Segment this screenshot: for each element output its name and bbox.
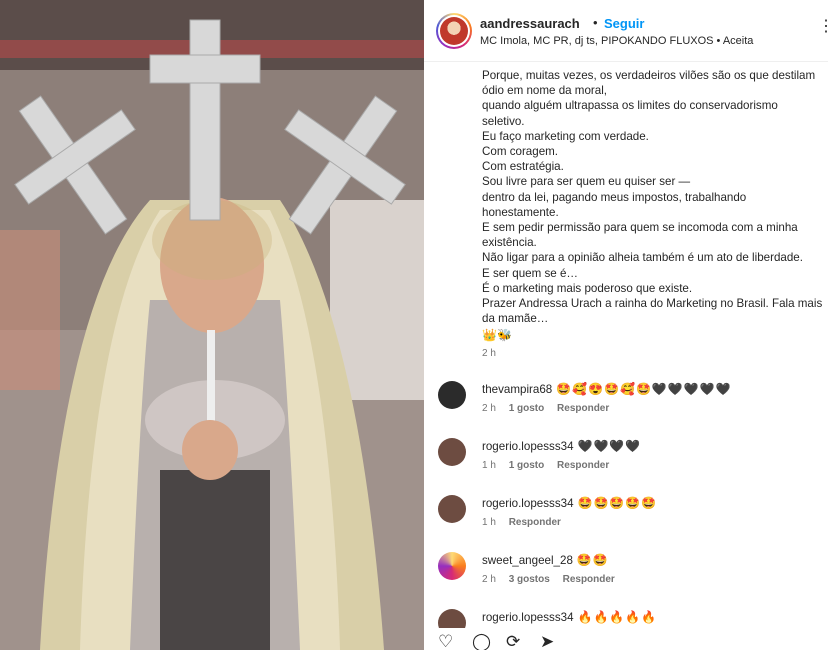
post-media[interactable] [0, 0, 424, 650]
author-username[interactable]: aandressaurach [480, 16, 580, 31]
caption-line: ódio em nome da moral, [482, 84, 608, 98]
comment-likes[interactable]: 3 gostos [509, 574, 550, 585]
reply-button[interactable]: Responder [557, 460, 609, 471]
caption-line: Porque, muitas vezes, os verdadeiros vil… [482, 69, 816, 82]
reply-button[interactable]: Responder [557, 403, 609, 414]
caption-line: Com estratégia. [482, 160, 564, 174]
commenter-username[interactable]: rogerio.lopesss34 [482, 440, 574, 453]
comment-likes[interactable]: 1 gosto [509, 403, 545, 414]
comment-item: sweet_angeel_28 🤩🤩 2 h 3 gostos Responder [424, 552, 828, 608]
commenter-username[interactable]: sweet_angeel_28 [482, 554, 573, 567]
commenter-username[interactable]: rogerio.lopesss34 [482, 497, 574, 510]
caption-line: Eu faço marketing com verdade. [482, 129, 649, 143]
caption-line: Não ligar para a opinião alheia também é… [482, 251, 803, 265]
commenter-username[interactable]: rogerio.lopesss34 [482, 611, 574, 624]
caption-line: E ser quem se é… [482, 266, 579, 280]
caption-emojis: 👑🐝 [482, 328, 512, 343]
caption-line: seletivo. [482, 114, 525, 128]
post-caption: Porque, muitas vezes, os verdadeiros vil… [482, 68, 828, 344]
caption-line: Sou livre para ser quem eu quiser ser — [482, 175, 691, 189]
caption-timestamp[interactable]: 2 h [482, 348, 496, 359]
audio-credit[interactable]: MC Imola, MC PR, dj ts, PIPOKANDO FLUXOS… [480, 35, 753, 47]
reply-button[interactable]: Responder [509, 517, 561, 528]
commenter-avatar[interactable] [438, 552, 466, 580]
separator-dot: • [593, 15, 598, 30]
caption-line: É o marketing mais poderoso que existe. [482, 281, 693, 295]
comment-time[interactable]: 1 h [482, 460, 496, 471]
commenter-avatar[interactable] [438, 381, 466, 409]
caption-line: Com coragem. [482, 145, 559, 159]
more-options-icon[interactable]: ⋮ [818, 16, 828, 36]
comment-text: 🤩🤩 [576, 553, 609, 567]
follow-button[interactable]: Seguir [604, 16, 644, 31]
post-header: aandressaurach • Seguir MC Imola, MC PR,… [424, 0, 828, 62]
caption-line: quando alguém ultrapassa os limites do c… [482, 99, 778, 113]
commenter-username[interactable]: thevampira68 [482, 383, 552, 396]
caption-line: existência. [482, 236, 537, 250]
commenter-avatar[interactable] [438, 438, 466, 466]
post-side-panel: aandressaurach • Seguir MC Imola, MC PR,… [424, 0, 828, 650]
comment-item: thevampira68 🤩🥰😍🤩🥰🤩🖤🖤🖤🖤🖤 2 h 1 gosto Resp… [424, 381, 828, 437]
reply-button[interactable]: Responder [563, 574, 615, 585]
share-icon[interactable]: ⟳ [506, 632, 526, 650]
commenter-avatar[interactable] [438, 495, 466, 523]
comment-text: 🔥🔥🔥🔥🔥 [577, 610, 658, 624]
send-icon[interactable]: ➤ [540, 632, 560, 650]
comment-text: 🖤🖤🖤🖤 [577, 439, 642, 453]
comment-icon[interactable]: ◯ [472, 632, 492, 650]
caption-line: dentro da lei, pagando meus impostos, tr… [482, 190, 747, 204]
comment-item: rogerio.lopesss34 🖤🖤🖤🖤 1 h 1 gosto Respon… [424, 438, 828, 494]
comment-time[interactable]: 2 h [482, 403, 496, 414]
caption-line: honestamente. [482, 205, 559, 219]
caption-line: E sem pedir permissão para quem se incom… [482, 221, 798, 235]
comment-time[interactable]: 1 h [482, 517, 496, 528]
comment-item: rogerio.lopesss34 🤩🤩🤩🤩🤩 1 h Responder [424, 495, 828, 551]
comment-likes[interactable]: 1 gosto [509, 460, 545, 471]
comment-time[interactable]: 2 h [482, 574, 496, 585]
post-photo [0, 0, 424, 650]
caption-line: Prazer Andressa Urach a rainha do Market… [482, 297, 823, 311]
comment-text: 🤩🥰😍🤩🥰🤩🖤🖤🖤🖤🖤 [556, 382, 732, 396]
comment-text: 🤩🤩🤩🤩🤩 [577, 496, 658, 510]
caption-line: da mamãe… [482, 312, 549, 326]
post-action-bar: ♡ ◯ ⟳ ➤ [424, 628, 828, 650]
heart-icon[interactable]: ♡ [438, 632, 458, 650]
author-avatar[interactable] [436, 13, 472, 49]
